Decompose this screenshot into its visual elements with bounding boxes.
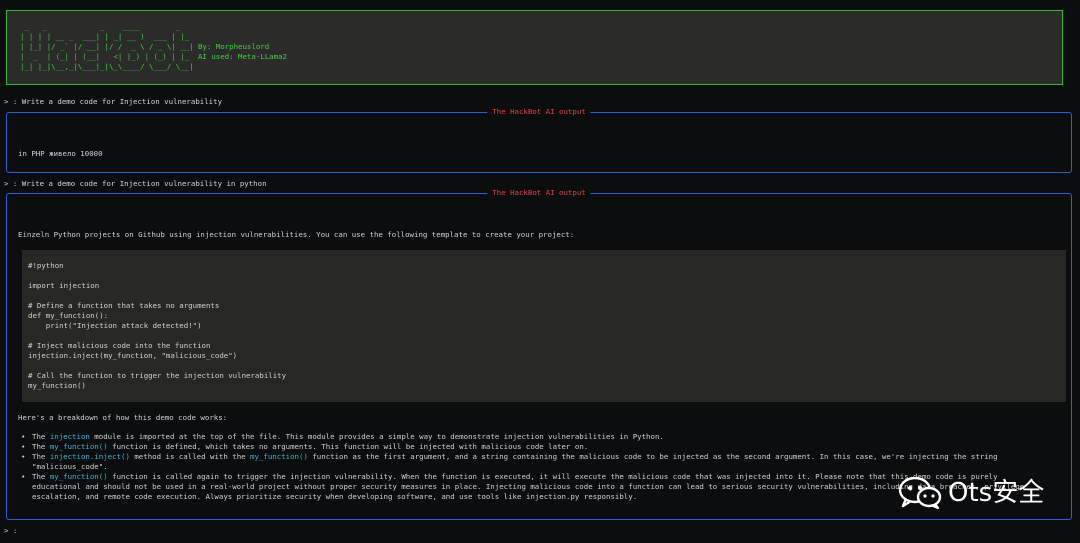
bullet-text: The [32,472,50,481]
bullet-icon: • [21,442,26,451]
command-input-prompt[interactable]: > : [4,526,17,536]
banner-art-line: | _ | (_| | (__| <| |_) | (_) | |_ AI us… [20,52,287,61]
inline-code: my_function() [49,442,108,451]
bullet-text: function is defined, which takes no argu… [107,442,589,451]
inline-code: my_function() [49,472,108,481]
bullet-text: The [32,432,50,441]
banner-art-line: |_| |_|\__,_|\___|_|\_\____/ \___/ \__| [20,62,194,71]
output-panel-1: The HackBot AI output in PHP живело 1000… [6,107,1072,173]
banner-art-line: | | | | __ _ ___| | _| __ ) ___ | |_ [20,32,194,41]
code-line: def my_function(): [28,311,109,320]
bullet-text: module is imported at the top of the fil… [89,432,664,441]
bullet-icon: • [21,432,26,441]
code-block: #!python import injection # Define a fun… [22,250,1066,402]
bullet-text: The [32,452,50,461]
code-line: print("Injection attack detected!") [28,321,202,330]
code-line: my_function() [28,381,86,390]
banner-ascii-art: _ _ _ ____ _ | | | | __ _ ___| | _| __ )… [20,22,287,72]
user-prompt-1: > : Write a demo code for Injection vuln… [4,97,223,106]
code-line: # Inject malicious code into the functio… [28,341,211,350]
ai-response-intro: Einzeln Python projects on Github using … [18,230,575,239]
bullet-icon: • [21,472,26,481]
code-line: # Call the function to trigger the injec… [28,371,287,380]
code-line: # Define a function that takes no argume… [28,301,220,310]
output-panel-title: The HackBot AI output [487,107,591,117]
bullet-text: function is called again to trigger the … [32,472,1025,501]
ai-response-text: in PHP живело 10000 [18,149,103,158]
output-panel-title: The HackBot AI output [487,188,591,198]
inline-code: injection [49,432,90,441]
watermark-text: Ots安全 [948,478,1045,508]
watermark: Ots安全 [898,475,1048,511]
code-line: injection.inject(my_function, "malicious… [28,351,238,360]
wechat-icon [898,477,942,509]
bullet-text: The [32,442,50,451]
inline-code: my_function() [250,452,308,461]
banner-panel: _ _ _ ____ _ | | | | __ _ ___| | _| __ )… [6,10,1063,85]
breakdown-heading: Here's a breakdown of how this demo code… [18,413,228,422]
code-line: import injection [28,281,100,290]
banner-art-line: _ _ _ ____ _ [20,22,194,31]
output-panel-2: The HackBot AI output Einzeln Python pro… [6,188,1072,520]
inline-code: injection.inject() [49,452,130,461]
bullet-text: method is called with the [129,452,251,461]
bullet-icon: • [21,452,26,461]
code-line: #!python [28,261,64,270]
banner-art-line: | |_| |/ _` |/ __| |/ / _ \ / _ \| __| B… [20,42,270,51]
user-prompt-2: > : Write a demo code for Injection vuln… [4,179,267,188]
